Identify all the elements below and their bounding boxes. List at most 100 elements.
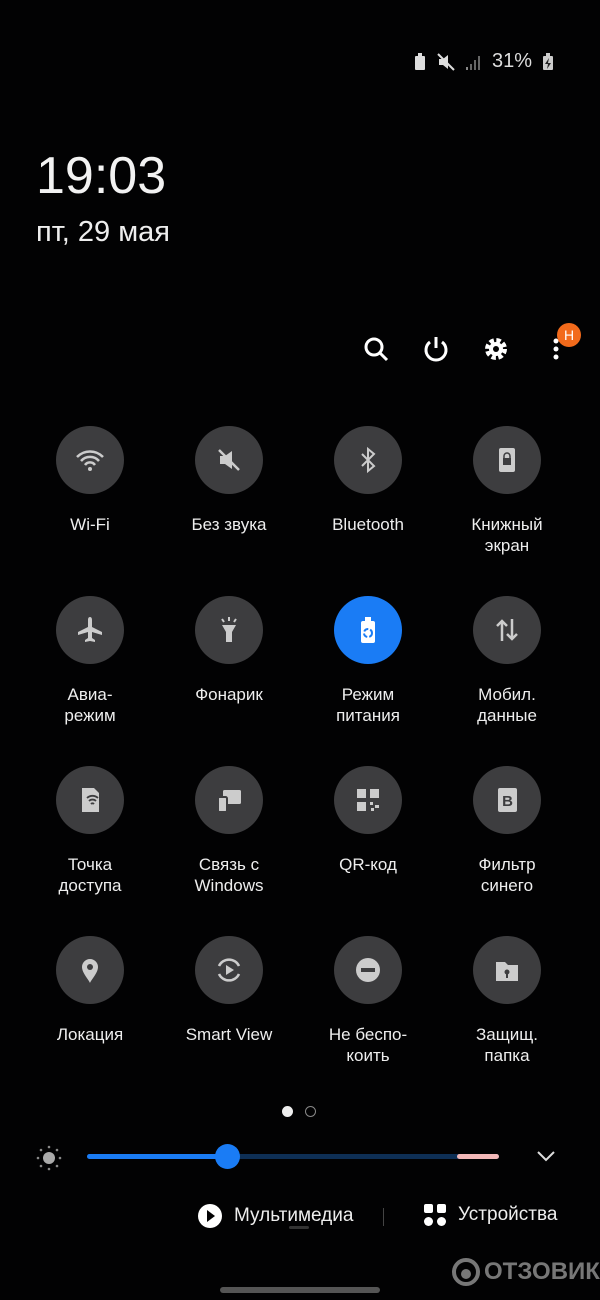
tile-label: Wi-Fi xyxy=(70,515,110,534)
tile-button[interactable] xyxy=(334,936,402,1004)
tile-label: Связь с Windows xyxy=(194,855,264,895)
divider xyxy=(383,1208,384,1226)
search-icon xyxy=(364,337,389,362)
tile-label: QR-код xyxy=(339,855,397,874)
tile-label: Мобил. данные xyxy=(477,685,537,725)
chevron-down-icon[interactable] xyxy=(536,1149,556,1163)
tile-button[interactable] xyxy=(56,426,124,494)
blue-light-filter-icon: B xyxy=(498,788,517,812)
smart-view-icon xyxy=(217,958,241,982)
panel-handle[interactable] xyxy=(289,1226,309,1229)
power-saving-icon xyxy=(361,617,375,643)
page-dot[interactable] xyxy=(305,1106,316,1117)
signal-icon xyxy=(465,55,480,70)
secure-folder-icon xyxy=(496,962,518,981)
media-button[interactable]: Мультимедиа xyxy=(198,1204,353,1228)
tile-button[interactable] xyxy=(473,596,541,664)
tile-label: Авиа- режим xyxy=(64,685,116,725)
airplane-icon xyxy=(78,617,102,642)
tile-button[interactable] xyxy=(56,766,124,834)
tile-mobile-data[interactable]: Мобил. данные xyxy=(442,596,572,726)
power-button[interactable] xyxy=(419,332,453,366)
clock-time[interactable]: 19:03 xyxy=(36,146,166,206)
devices-icon xyxy=(424,1204,446,1226)
tile-button[interactable] xyxy=(195,596,263,664)
settings-button[interactable] xyxy=(479,332,513,366)
clock-date[interactable]: пт, 29 мая xyxy=(36,216,170,249)
mobile-data-icon xyxy=(496,619,518,641)
tile-label: Без звука xyxy=(191,515,267,534)
tile-label: Bluetooth xyxy=(332,515,404,534)
gear-icon xyxy=(485,338,507,360)
tile-button[interactable] xyxy=(334,766,402,834)
bluetooth-icon xyxy=(361,446,376,474)
tile-smart-view[interactable]: Smart View xyxy=(164,936,294,1045)
tile-label: Фильтр синего xyxy=(478,855,536,895)
svg-text:B: B xyxy=(502,793,513,810)
tile-blue-light-filter[interactable]: B Фильтр синего xyxy=(442,766,572,896)
tile-button[interactable] xyxy=(334,596,402,664)
flashlight-icon xyxy=(221,617,237,642)
tile-button[interactable] xyxy=(56,936,124,1004)
location-icon xyxy=(82,959,98,983)
power-saving-icon xyxy=(414,52,425,70)
tile-mute[interactable]: Без звука xyxy=(164,426,294,535)
battery-percent: 31% xyxy=(491,50,532,72)
tile-power-saving[interactable]: Режим питания xyxy=(303,596,433,726)
tile-label: Режим питания xyxy=(336,685,400,725)
search-button[interactable] xyxy=(359,332,393,366)
tile-secure-folder[interactable]: Защищ. папка xyxy=(442,936,572,1066)
tile-bluetooth[interactable]: Bluetooth xyxy=(303,426,433,535)
tile-location[interactable]: Локация xyxy=(25,936,155,1045)
portrait-lock-icon xyxy=(499,448,515,472)
tile-qr-code[interactable]: QR-код xyxy=(303,766,433,875)
brightness-thumb[interactable] xyxy=(215,1144,241,1169)
do-not-disturb-icon xyxy=(356,958,380,982)
tile-label: Не беспо- коить xyxy=(328,1025,408,1065)
mute-icon xyxy=(218,449,240,471)
qr-code-icon xyxy=(357,789,379,811)
watermark-logo: ОТЗОВИК xyxy=(452,1258,600,1286)
tile-label: Smart View xyxy=(185,1025,273,1044)
tile-do-not-disturb[interactable]: Не беспо- коить xyxy=(303,936,433,1066)
tile-button[interactable] xyxy=(473,936,541,1004)
tile-link-windows[interactable]: Связь с Windows xyxy=(164,766,294,896)
notification-badge: Н xyxy=(557,323,581,347)
navigation-bar[interactable] xyxy=(220,1287,380,1293)
tile-button[interactable] xyxy=(56,596,124,664)
tile-flashlight[interactable]: Фонарик xyxy=(164,596,294,705)
devices-label: Устройства xyxy=(458,1204,558,1225)
mute-icon xyxy=(437,52,455,71)
devices-button[interactable]: Устройства xyxy=(424,1204,557,1226)
brightness-icon xyxy=(36,1145,62,1171)
tile-label: Книжный экран xyxy=(471,515,543,555)
tile-button[interactable] xyxy=(334,426,402,494)
power-icon xyxy=(424,337,448,362)
watermark-icon xyxy=(452,1258,480,1286)
media-label: Мультимедиа xyxy=(234,1205,354,1226)
brightness-high-zone xyxy=(457,1154,499,1159)
tile-label: Точка доступа xyxy=(58,855,122,895)
tile-airplane[interactable]: Авиа- режим xyxy=(25,596,155,726)
tile-button[interactable] xyxy=(195,766,263,834)
brightness-slider[interactable] xyxy=(87,1144,499,1169)
link-windows-icon xyxy=(217,790,241,813)
battery-charging-icon xyxy=(543,52,553,70)
page-indicator xyxy=(282,1106,316,1117)
tile-button[interactable] xyxy=(195,936,263,1004)
tile-label: Фонарик xyxy=(195,685,263,704)
tile-button[interactable] xyxy=(195,426,263,494)
wifi-icon xyxy=(76,450,104,471)
status-bar: 31% xyxy=(414,50,554,73)
hotspot-icon xyxy=(82,788,99,812)
tile-label: Локация xyxy=(56,1025,124,1044)
brightness-fill xyxy=(87,1154,228,1159)
page-dot[interactable] xyxy=(282,1106,293,1117)
tile-button[interactable] xyxy=(473,426,541,494)
play-icon xyxy=(198,1204,222,1228)
tile-hotspot[interactable]: Точка доступа xyxy=(25,766,155,896)
tile-label: Защищ. папка xyxy=(476,1025,538,1065)
tile-wifi[interactable]: Wi-Fi xyxy=(25,426,155,535)
tile-button[interactable]: B xyxy=(473,766,541,834)
tile-portrait-lock[interactable]: Книжный экран xyxy=(442,426,572,556)
